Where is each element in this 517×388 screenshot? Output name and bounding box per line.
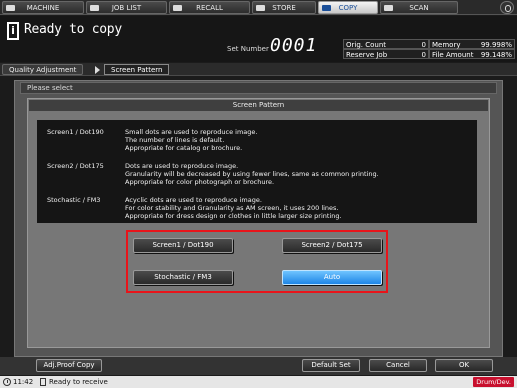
clock-icon xyxy=(3,378,11,386)
reserve-job-value: 0 xyxy=(421,51,426,59)
panel-title: Screen Pattern xyxy=(29,100,488,111)
reserve-job: Reserve Job 0 xyxy=(343,49,429,59)
description-text: Small dots are used to reproduce image. … xyxy=(125,128,485,152)
machine-icon xyxy=(6,5,15,11)
copy-icon xyxy=(322,5,331,11)
cancel-button[interactable]: Cancel xyxy=(369,359,427,372)
tab-store-label: STORE xyxy=(272,4,296,12)
power-icon[interactable] xyxy=(500,1,514,14)
adj-proof-copy-button[interactable]: Adj.Proof Copy xyxy=(36,359,102,372)
orig-count: Orig. Count 0 xyxy=(343,39,429,49)
footer-status-bar: 11:42 Ready to receive Drum/Dev. xyxy=(0,376,517,388)
tab-recall-label: RECALL xyxy=(196,4,223,12)
drum-dev-badge[interactable]: Drum/Dev. xyxy=(473,377,514,387)
tab-machine[interactable]: MACHINE xyxy=(2,1,84,14)
tab-job-list-label: JOB LIST xyxy=(111,4,142,12)
breadcrumb: Quality Adjustment Screen Pattern xyxy=(0,63,517,76)
description-line: Appropriate for dress design or clothes … xyxy=(125,212,342,220)
description-line: Appropriate for color photograph or broc… xyxy=(125,178,275,186)
counter-panel: Orig. Count 0 Reserve Job 0 Memory 99.99… xyxy=(343,39,515,59)
file-amount-label: File Amount xyxy=(432,51,474,59)
description-line: For color stability and Granularity as A… xyxy=(125,204,339,212)
recall-icon xyxy=(173,5,182,11)
job-list-icon xyxy=(90,5,99,11)
description-label: Screen2 / Dot175 xyxy=(47,162,104,170)
footer-status: Ready to receive xyxy=(49,378,108,386)
description-line: Small dots are used to reproduce image. xyxy=(125,128,258,136)
breadcrumb-quality-adjustment[interactable]: Quality Adjustment xyxy=(2,64,84,75)
stochastic-fm3-button[interactable]: Stochastic / FM3 xyxy=(133,270,233,285)
screen2-dot175-button[interactable]: Screen2 / Dot175 xyxy=(282,238,382,253)
description-text: Acyclic dots are used to reproduce image… xyxy=(125,196,485,220)
reserve-job-label: Reserve Job xyxy=(346,51,388,59)
file-amount: File Amount 99.148% xyxy=(429,49,515,59)
tab-scan-label: SCAN xyxy=(409,4,429,12)
file-amount-value: 99.148% xyxy=(480,51,512,59)
please-select-prompt: Please select xyxy=(20,82,497,94)
tab-machine-label: MACHINE xyxy=(26,4,60,12)
set-number-label: Set Number xyxy=(227,45,269,53)
top-tab-bar: MACHINE JOB LIST RECALL STORE COPY SCAN xyxy=(0,0,517,15)
store-icon xyxy=(256,5,265,11)
memory: Memory 99.998% xyxy=(429,39,515,49)
description-line: Granularity will be decreased by using f… xyxy=(125,170,379,178)
ok-button[interactable]: OK xyxy=(435,359,493,372)
description-line: The number of lines is default. xyxy=(125,136,225,144)
breadcrumb-arrow-icon xyxy=(95,66,100,74)
description-text: Dots are used to reproduce image. Granul… xyxy=(125,162,485,186)
description-label: Screen1 / Dot190 xyxy=(47,128,104,136)
breadcrumb-screen-pattern: Screen Pattern xyxy=(104,64,170,75)
description-label: Stochastic / FM3 xyxy=(47,196,101,204)
tab-copy-label: COPY xyxy=(338,4,358,12)
scan-icon xyxy=(384,5,393,11)
status-message: Ready to copy xyxy=(24,22,122,37)
description-line: Acyclic dots are used to reproduce image… xyxy=(125,196,262,204)
tab-scan[interactable]: SCAN xyxy=(380,1,458,14)
tab-store[interactable]: STORE xyxy=(252,1,316,14)
document-icon xyxy=(40,378,46,386)
screen1-dot190-button[interactable]: Screen1 / Dot190 xyxy=(133,238,233,253)
tab-copy[interactable]: COPY xyxy=(318,1,378,14)
info-icon: i xyxy=(7,22,19,40)
description-box: Screen1 / Dot190 Small dots are used to … xyxy=(37,120,477,223)
default-set-button[interactable]: Default Set xyxy=(302,359,360,372)
tab-job-list[interactable]: JOB LIST xyxy=(86,1,167,14)
footer-time: 11:42 xyxy=(13,378,34,386)
auto-button[interactable]: Auto xyxy=(282,270,382,285)
description-line: Dots are used to reproduce image. xyxy=(125,162,239,170)
set-number-value: 0001 xyxy=(270,35,318,56)
description-line: Appropriate for catalog or brochure. xyxy=(125,144,243,152)
tab-recall[interactable]: RECALL xyxy=(169,1,250,14)
